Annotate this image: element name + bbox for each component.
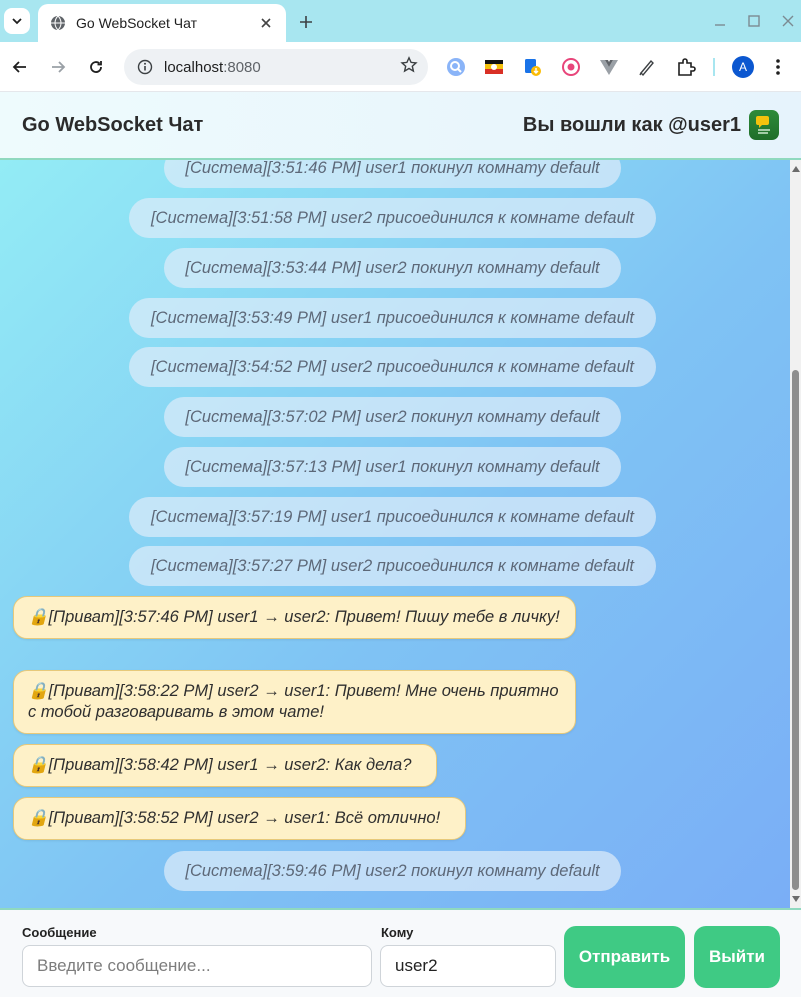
lens-extension-icon[interactable] [445,56,467,78]
system-message: [Система][3:57:13 PM] user1 покинул комн… [164,447,621,487]
lock-icon: 🔒 [28,809,49,827]
url-text: localhost:8080 [164,58,261,76]
back-button[interactable] [7,54,33,80]
chat-bubble-icon [756,116,770,134]
plus-icon [300,16,312,28]
arrow-right-icon [52,61,66,73]
current-user: Вы вошли как @user1 [523,110,779,140]
system-message: [Система][3:54:52 PM] user2 присоединилс… [129,347,656,387]
message-input[interactable] [22,945,372,987]
private-message: 🔒[Приват][3:58:42 PM] user1 → user2: Как… [13,744,437,787]
tab-title: Go WebSocket Чат [76,15,198,31]
screen-recorder-extension-icon[interactable] [560,56,582,78]
logged-in-label: Вы вошли как @user1 [522,113,741,136]
close-window-button[interactable] [779,12,797,30]
tab-close-icon[interactable] [258,15,274,31]
minimize-icon [715,24,725,26]
vue-devtools-extension-icon[interactable] [598,56,620,78]
private-message: 🔒[Приват][3:58:22 PM] user2 → user1: При… [13,670,576,734]
forward-button[interactable] [45,54,71,80]
message-composer: Сообщение Кому Отправить Выйти [0,908,801,997]
scroll-up-arrow-icon[interactable] [792,166,800,172]
browser-tab-strip: Go WebSocket Чат [0,0,801,42]
scrollbar-thumb[interactable] [792,370,799,890]
arrow-left-icon [12,61,26,73]
maximize-icon [748,15,760,27]
lock-icon: 🔒 [28,608,49,626]
private-message: 🔒[Приват][3:58:52 PM] user2 → user1: Всё… [13,797,466,840]
profile-avatar-button[interactable]: A [732,56,754,78]
recipient-label: Кому [381,925,414,940]
download-extension-icon[interactable] [521,56,543,78]
browser-toolbar: localhost:8080 A [0,42,801,92]
logout-button[interactable]: Выйти [694,926,780,988]
globe-icon [50,15,66,31]
bookmark-star-icon[interactable] [400,55,418,79]
maximize-window-button[interactable] [745,12,763,30]
reload-button[interactable] [83,54,109,80]
system-message: [Система][3:53:44 PM] user2 покинул комн… [164,248,621,288]
address-bar[interactable]: localhost:8080 [124,49,428,85]
reload-icon [90,61,102,73]
send-button[interactable]: Отправить [564,926,685,988]
recipient-input[interactable] [380,945,556,987]
private-message: 🔒[Приват][3:57:46 PM] user1 → user2: При… [13,596,576,639]
app-header: Go WebSocket Чат Вы вошли как @user1 [0,92,801,160]
extensions-puzzle-icon[interactable] [675,56,697,78]
chevron-down-icon [12,18,22,25]
new-tab-button[interactable] [294,10,318,34]
site-info-icon[interactable] [136,58,154,76]
lock-icon: 🔒 [28,682,49,700]
close-icon [782,15,794,27]
system-message: [Система][3:51:46 PM] user1 покинул комн… [164,160,621,188]
scroll-down-arrow-icon[interactable] [792,896,800,902]
message-label: Сообщение [22,925,97,940]
user-avatar [749,110,779,140]
system-message: [Система][3:53:49 PM] user1 присоединилс… [129,298,656,338]
pen-extension-icon[interactable] [636,56,658,78]
toolbar-separator [713,58,715,76]
flag-extension-icon[interactable] [483,56,505,78]
app-title: Go WebSocket Чат [22,113,204,136]
system-message: [Система][3:57:19 PM] user1 присоединилс… [129,497,656,537]
system-message: [Система][3:51:58 PM] user2 присоединилс… [129,198,656,238]
tab-search-button[interactable] [4,8,30,34]
system-message: [Система][3:57:27 PM] user2 присоединилс… [129,546,656,586]
browser-tab[interactable]: Go WebSocket Чат [38,4,286,42]
system-message: [Система][3:59:46 PM] user2 покинул комн… [164,851,621,891]
system-message: [Система][3:57:02 PM] user2 покинул комн… [164,397,621,437]
chat-scrollbar[interactable] [790,160,801,908]
minimize-window-button[interactable] [711,12,729,30]
lock-icon: 🔒 [28,756,49,774]
more-menu-icon[interactable] [767,56,789,78]
chat-messages[interactable]: [Система][3:51:46 PM] user1 покинул комн… [0,160,790,908]
